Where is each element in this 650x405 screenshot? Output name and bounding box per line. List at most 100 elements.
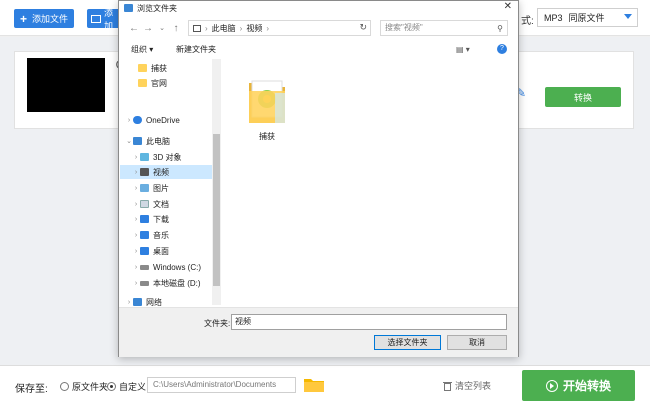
organize-menu[interactable]: 组织 ▾ <box>131 44 153 55</box>
network-icon <box>133 298 142 306</box>
tree-item-downloads[interactable]: › 下载 <box>120 212 212 226</box>
folder-content-pane: 捕获 <box>222 59 518 305</box>
chevron-right-icon: › <box>134 215 138 223</box>
tree-item-documents[interactable]: › 文档 <box>120 197 212 211</box>
chevron-down-icon: ⌄ <box>126 138 132 145</box>
add-file-button[interactable]: + 添加文件 <box>14 9 75 28</box>
tree-item-this-pc[interactable]: ⌄ 此电脑 <box>120 134 212 148</box>
format-option: 同原文件 <box>568 13 605 23</box>
dialog-toolbar: 组织 ▾ 新建文件夹 ▤ ▾ ? <box>119 41 518 57</box>
tree-item-label: 官网 <box>151 78 167 88</box>
recent-chevron-icon[interactable]: ⌄ <box>155 24 169 32</box>
chevron-down-icon <box>624 14 632 19</box>
folder-icon <box>138 64 147 72</box>
radio-dot-selected <box>107 382 116 391</box>
convert-button[interactable]: 转换 <box>545 87 621 107</box>
pictures-icon <box>140 184 149 192</box>
radio-custom-label: 自定义 <box>119 382 147 392</box>
download-icon <box>140 215 149 223</box>
help-icon[interactable]: ? <box>497 44 507 54</box>
refresh-icon[interactable]: ↻ <box>359 22 367 33</box>
documents-icon <box>140 200 149 208</box>
tree-item-label: 视频 <box>153 167 169 177</box>
tree-item-videos[interactable]: › 视频 <box>120 165 212 179</box>
close-icon[interactable]: ✕ <box>504 1 512 12</box>
cancel-button[interactable]: 取消 <box>447 335 507 350</box>
tree-item-label: 文档 <box>153 199 169 209</box>
add-file-label: 添加文件 <box>32 14 69 24</box>
pc-icon <box>193 24 201 32</box>
forward-arrow-icon[interactable]: → <box>141 23 155 34</box>
new-folder-button[interactable]: 新建文件夹 <box>176 44 216 55</box>
folder-item-capture[interactable]: 捕获 <box>242 71 292 142</box>
view-options-icon[interactable]: ▤ ▾ <box>456 45 470 54</box>
plus-icon: + <box>19 11 27 26</box>
format-value: MP3 <box>544 12 563 23</box>
dialog-title: 浏览文件夹 <box>137 3 177 13</box>
start-convert-button[interactable]: 开始转换 <box>522 370 635 401</box>
tree-item-pictures[interactable]: › 图片 <box>120 181 212 195</box>
search-input[interactable]: 搜索"视频" ⚲ <box>380 20 508 36</box>
navigation-bar: ← → ⌄ ↑ › 此电脑 › 视频 › ↻ 搜索"视频" ⚲ <box>119 17 518 39</box>
dialog-app-icon <box>124 4 133 12</box>
drive-icon <box>140 280 149 286</box>
tree-item-capture[interactable]: 捕获 <box>120 61 212 75</box>
chevron-right-icon: › <box>134 247 138 255</box>
browse-folder-dialog: 浏览文件夹 ✕ ← → ⌄ ↑ › 此电脑 › 视频 › ↻ 搜索"视频" ⚲ … <box>118 0 519 357</box>
tree-item-label: 此电脑 <box>146 136 170 146</box>
clear-list-label: 清空列表 <box>455 381 492 391</box>
clear-list-button[interactable]: 清空列表 <box>443 379 491 392</box>
tree-item-3d-objects[interactable]: › 3D 对象 <box>120 150 212 164</box>
tree-item-desktop[interactable]: › 桌面 <box>120 244 212 258</box>
radio-custom[interactable]: 自定义 <box>107 380 146 393</box>
folder-name-input[interactable]: 视频 <box>231 314 507 330</box>
select-folder-button[interactable]: 选择文件夹 <box>374 335 441 350</box>
search-placeholder: 搜索"视频" <box>385 23 423 32</box>
back-arrow-icon[interactable]: ← <box>127 23 141 34</box>
chevron-right-icon: › <box>127 298 131 306</box>
tree-item-onedrive[interactable]: › OneDrive <box>120 113 212 127</box>
breadcrumb-separator-icon: › <box>205 23 208 33</box>
chevron-right-icon: › <box>134 279 138 287</box>
scrollbar-thumb[interactable] <box>213 134 220 286</box>
tree-item-drive-d[interactable]: › 本地磁盘 (D:) <box>120 276 212 290</box>
output-path-field[interactable]: C:\Users\Administrator\Documents <box>147 377 296 393</box>
cloud-icon <box>133 116 142 124</box>
tree-item-label: 本地磁盘 (D:) <box>153 278 201 288</box>
desktop-icon <box>140 247 149 255</box>
browse-folder-icon[interactable] <box>304 377 324 392</box>
tree-item-label: 网络 <box>146 297 162 307</box>
chevron-right-icon: › <box>134 168 138 176</box>
chevron-right-icon: › <box>134 184 138 192</box>
nav-pane-scrollbar[interactable] <box>212 59 221 305</box>
video-icon <box>140 168 149 176</box>
tree-item-website[interactable]: 官网 <box>120 76 212 90</box>
video-thumbnail <box>27 58 105 112</box>
chevron-right-icon: › <box>127 116 131 124</box>
breadcrumb-videos[interactable]: 视频 <box>246 23 262 34</box>
dialog-footer: 文件夹: 视频 选择文件夹 取消 <box>119 307 518 357</box>
breadcrumb-this-pc[interactable]: 此电脑 <box>212 23 236 34</box>
3d-objects-icon <box>140 153 149 161</box>
up-arrow-icon[interactable]: ↑ <box>169 23 183 34</box>
tree-item-label: Windows (C:) <box>153 262 202 272</box>
add-folder-label: 添加 <box>104 7 114 31</box>
pc-icon <box>133 137 142 145</box>
radio-original-label: 原文件夹 <box>72 382 109 392</box>
bottom-bar: 保存至: 原文件夹 自定义 C:\Users\Administrator\Doc… <box>0 365 650 405</box>
chevron-right-icon: › <box>134 200 138 208</box>
radio-original-folder[interactable]: 原文件夹 <box>60 380 108 393</box>
address-bar[interactable]: › 此电脑 › 视频 › ↻ <box>188 20 371 36</box>
drive-icon <box>140 264 149 270</box>
tree-item-label: 下载 <box>153 214 169 224</box>
format-select[interactable]: MP3 同原文件 <box>537 8 638 27</box>
tree-item-drive-c[interactable]: › Windows (C:) <box>120 260 212 274</box>
folder-icon <box>138 79 147 87</box>
chevron-right-icon: › <box>134 263 138 271</box>
tree-item-music[interactable]: › 音乐 <box>120 228 212 242</box>
trash-icon <box>443 381 452 391</box>
folder-add-icon <box>91 13 101 24</box>
tree-item-label: OneDrive <box>146 115 180 125</box>
breadcrumb-separator-icon: › <box>266 23 270 33</box>
dialog-titlebar: 浏览文件夹 ✕ <box>119 1 518 15</box>
